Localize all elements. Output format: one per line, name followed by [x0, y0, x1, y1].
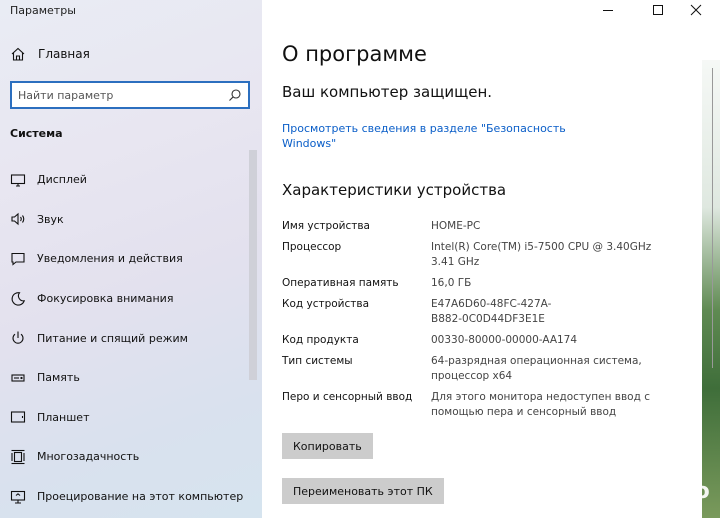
rename-pc-button[interactable]: Переименовать этот ПК [282, 478, 444, 504]
scrollbar-thumb[interactable] [249, 150, 257, 380]
search-box[interactable] [10, 81, 250, 109]
power-icon [12, 331, 24, 344]
sidebar-item-projecting[interactable]: Проецирование на этот компьютер [0, 477, 248, 517]
sidebar-item-storage[interactable]: Память [0, 358, 248, 398]
sidebar-scrollbar[interactable] [248, 150, 258, 518]
storage-icon [11, 374, 25, 382]
spec-value: 00330-80000-00000-AA174 [431, 334, 578, 346]
watermark-text: Avito [646, 478, 710, 504]
specs-title: Характеристики устройства [282, 181, 507, 199]
spec-value: Intel(R) Core(TM) i5-7500 CPU @ 3.40GHz … [431, 241, 652, 268]
spec-label: Код устройства [282, 298, 370, 310]
spec-label: Имя устройства [282, 220, 370, 232]
spec-label: Оперативная память [282, 277, 399, 289]
sidebar-item-label: Проецирование на этот компьютер [37, 490, 244, 504]
home-icon [11, 47, 25, 61]
tablet-icon [10, 411, 26, 423]
spec-value: Для этого монитора недоступен ввод с пом… [431, 391, 650, 418]
minimize-button[interactable] [600, 2, 616, 18]
sidebar-item-sound[interactable]: Звук [0, 200, 248, 240]
security-link[interactable]: Просмотреть сведения в разделе "Безопасн… [282, 121, 572, 151]
sidebar-item-label: Фокусировка внимания [37, 292, 174, 306]
avito-logo-icon [616, 478, 642, 504]
sidebar-item-label: Планшет [37, 410, 90, 424]
background-window-edge [702, 0, 720, 518]
display-icon [10, 174, 26, 187]
multitasking-icon [11, 449, 25, 465]
sidebar-item-multitasking[interactable]: Многозадачность [0, 437, 248, 477]
spec-value: 64-разрядная операционная система, проце… [431, 355, 642, 382]
maximize-icon [653, 5, 663, 15]
maximize-button[interactable] [650, 2, 666, 18]
search-input[interactable] [18, 87, 223, 103]
spec-label: Перо и сенсорный ввод [282, 391, 413, 403]
focus-assist-icon [11, 291, 25, 306]
sound-icon [11, 213, 25, 226]
spec-value: 16,0 ГБ [431, 277, 472, 289]
sidebar-nav: Дисплей Звук Уведомления и действия Фоку… [0, 160, 248, 516]
projecting-icon [10, 490, 26, 504]
minimize-icon [603, 10, 613, 11]
spec-value: HOME-PC [431, 220, 481, 232]
sidebar-item-label: Звук [37, 212, 64, 226]
spec-label: Код продукта [282, 334, 359, 346]
copy-button[interactable]: Копировать [282, 433, 373, 459]
main-content: О программе Ваш компьютер защищен. Просм… [262, 0, 702, 518]
sidebar-item-label: Память [37, 371, 80, 385]
avito-watermark: Avito [616, 478, 710, 504]
spec-label: Процессор [282, 241, 342, 253]
sidebar-item-label: Уведомления и действия [37, 252, 183, 266]
sidebar-item-display[interactable]: Дисплей [0, 160, 248, 200]
home-label: Главная [38, 47, 90, 61]
spec-value: E47A6D60-48FC-427A-B882-0C0D44DF3E1E [431, 298, 552, 325]
sidebar-item-label: Дисплей [37, 173, 87, 187]
sidebar-item-tablet[interactable]: Планшет [0, 398, 248, 438]
section-title: Система [10, 127, 63, 140]
protection-status: Ваш компьютер защищен. [282, 83, 493, 101]
background-divider [712, 68, 713, 368]
sidebar-item-label: Многозадачность [37, 450, 140, 464]
search-icon[interactable] [228, 88, 242, 102]
window-title: Параметры [10, 4, 76, 17]
sidebar-item-home[interactable]: Главная [10, 46, 90, 62]
sidebar-item-label: Питание и спящий режим [37, 331, 188, 345]
sidebar: Параметры Главная Система Дисплей Звук [0, 0, 262, 518]
sidebar-item-notifications[interactable]: Уведомления и действия [0, 239, 248, 279]
sidebar-item-power[interactable]: Питание и спящий режим [0, 318, 248, 358]
notifications-icon [11, 252, 25, 266]
sidebar-item-focus-assist[interactable]: Фокусировка внимания [0, 279, 248, 319]
page-title: О программе [282, 42, 427, 66]
spec-label: Тип системы [282, 355, 353, 367]
